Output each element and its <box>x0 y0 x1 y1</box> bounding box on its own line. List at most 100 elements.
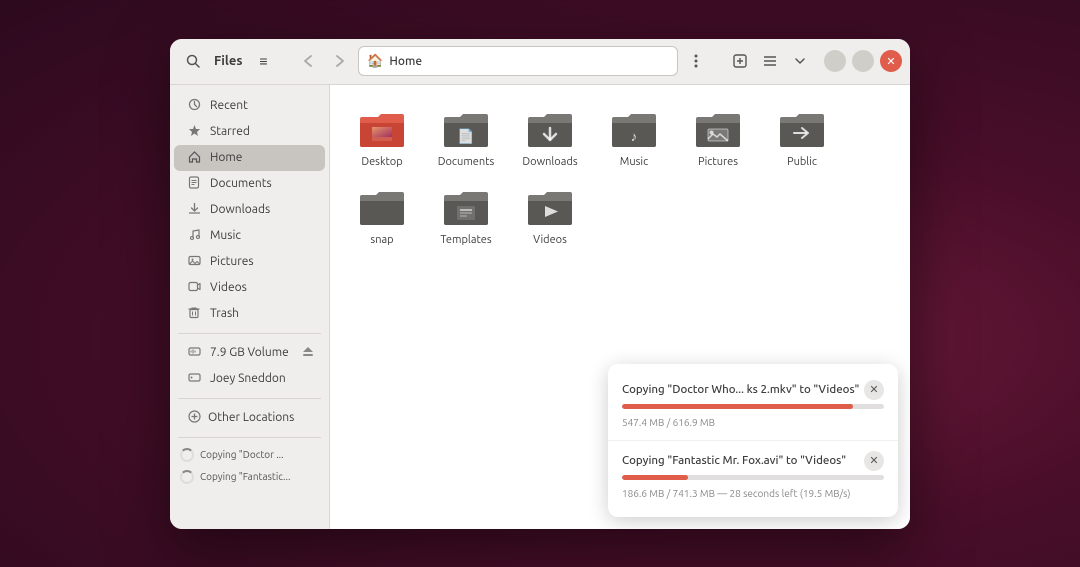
folder-icon-videos <box>526 187 574 229</box>
folder-icon-documents: 📄 <box>442 109 490 151</box>
sidebar-item-user[interactable]: Joey Sneddon <box>174 366 325 392</box>
sidebar-item-downloads[interactable]: Downloads <box>174 197 325 223</box>
star-icon <box>186 124 202 140</box>
progress-close-2[interactable]: ✕ <box>864 451 884 471</box>
file-item-templates[interactable]: Templates <box>426 179 506 253</box>
pictures-icon <box>186 254 202 270</box>
progress-header-1: Copying "Doctor Who... ks 2.mkv" to "Vid… <box>622 380 884 400</box>
titlebar: Files ≡ 🏠 Home <box>170 39 910 85</box>
progress-item-1: Copying "Doctor Who... ks 2.mkv" to "Vid… <box>608 374 898 436</box>
minimize-button[interactable] <box>824 50 846 72</box>
progress-title-2: Copying "Fantastic Mr. Fox.avi" to "Vide… <box>622 454 864 467</box>
view-button[interactable] <box>756 47 784 75</box>
sidebar-item-documents-label: Documents <box>210 177 272 190</box>
file-label-music: Music <box>620 155 648 169</box>
new-tab-button[interactable] <box>726 47 754 75</box>
folder-icon-pictures <box>694 109 742 151</box>
copy-spinner-2 <box>180 470 194 484</box>
file-item-pictures[interactable]: Pictures <box>678 101 758 175</box>
sidebar-item-other-locations-label: Other Locations <box>208 411 294 424</box>
sidebar-divider-3 <box>178 437 321 438</box>
progress-sub-1: 547.4 MB / 616.9 MB <box>622 417 715 428</box>
location-bar[interactable]: 🏠 Home <box>358 46 678 76</box>
forward-button[interactable] <box>326 47 354 75</box>
file-item-downloads[interactable]: Downloads <box>510 101 590 175</box>
more-options-button[interactable] <box>682 47 710 75</box>
progress-item-2: Copying "Fantastic Mr. Fox.avi" to "Vide… <box>608 445 898 507</box>
file-item-desktop[interactable]: Desktop <box>342 101 422 175</box>
sidebar-item-volume-label: 7.9 GB Volume <box>210 346 289 359</box>
close-button[interactable]: ✕ <box>880 50 902 72</box>
file-item-snap[interactable]: snap <box>342 179 422 253</box>
search-button[interactable] <box>178 46 208 76</box>
home-icon <box>186 150 202 166</box>
music-icon <box>186 228 202 244</box>
sidebar-item-music-label: Music <box>210 229 241 242</box>
sidebar: Recent Starred Home Docume <box>170 85 330 529</box>
sidebar-item-other-locations[interactable]: Other Locations <box>174 405 325 431</box>
volume-icon <box>186 345 202 361</box>
progress-close-1[interactable]: ✕ <box>864 380 884 400</box>
file-item-public[interactable]: Public <box>762 101 842 175</box>
sidebar-item-starred-label: Starred <box>210 125 250 138</box>
main-content: Recent Starred Home Docume <box>170 85 910 529</box>
sidebar-item-starred[interactable]: Starred <box>174 119 325 145</box>
file-item-music[interactable]: ♪ Music <box>594 101 674 175</box>
sidebar-item-recent-label: Recent <box>210 99 248 112</box>
new-tab-icon <box>733 54 747 68</box>
progress-bar-fill-2 <box>622 475 688 480</box>
file-manager-window: Files ≡ 🏠 Home <box>170 39 910 529</box>
sidebar-item-pictures-label: Pictures <box>210 255 254 268</box>
eject-button[interactable] <box>303 346 313 360</box>
sidebar-item-trash[interactable]: Trash <box>174 301 325 327</box>
recent-icon <box>186 98 202 114</box>
svg-text:📄: 📄 <box>457 128 474 145</box>
file-label-snap: snap <box>370 233 393 247</box>
copy-status-1-label: Copying "Doctor ... <box>200 449 284 460</box>
copy-spinner-1 <box>180 448 194 462</box>
progress-sub-2: 186.6 MB / 741.3 MB — 28 seconds left (1… <box>622 488 850 499</box>
sidebar-divider-2 <box>178 398 321 399</box>
app-title: Files <box>214 54 242 68</box>
file-item-documents[interactable]: 📄 Documents <box>426 101 506 175</box>
sidebar-item-pictures[interactable]: Pictures <box>174 249 325 275</box>
copy-status-2-label: Copying "Fantastic... <box>200 471 290 482</box>
back-button[interactable] <box>294 47 322 75</box>
menu-button[interactable]: ≡ <box>248 46 278 76</box>
progress-popup: Copying "Doctor Who... ks 2.mkv" to "Vid… <box>608 364 898 517</box>
svg-text:♪: ♪ <box>631 130 638 144</box>
sidebar-item-videos[interactable]: Videos <box>174 275 325 301</box>
progress-header-2: Copying "Fantastic Mr. Fox.avi" to "Vide… <box>622 451 884 471</box>
file-label-downloads: Downloads <box>522 155 577 169</box>
downloads-icon <box>186 202 202 218</box>
sidebar-item-user-label: Joey Sneddon <box>210 372 286 385</box>
sidebar-item-documents[interactable]: Documents <box>174 171 325 197</box>
forward-icon <box>335 54 345 68</box>
copy-status-2: Copying "Fantastic... <box>170 466 329 488</box>
add-icon <box>186 410 202 426</box>
file-area: Desktop 📄 Documents <box>330 85 910 529</box>
sidebar-item-volume[interactable]: 7.9 GB Volume <box>174 340 325 366</box>
search-icon <box>186 54 200 68</box>
folder-icon-public <box>778 109 826 151</box>
view-icon <box>763 55 777 67</box>
kebab-icon <box>694 54 698 68</box>
sidebar-item-downloads-label: Downloads <box>210 203 270 216</box>
file-label-templates: Templates <box>440 233 491 247</box>
folder-icon-downloads <box>526 109 574 151</box>
maximize-button[interactable] <box>852 50 874 72</box>
sort-button[interactable] <box>786 47 814 75</box>
sidebar-item-music[interactable]: Music <box>174 223 325 249</box>
progress-bar-fill-1 <box>622 404 853 409</box>
window-controls: ✕ <box>824 50 902 72</box>
trash-icon <box>186 306 202 322</box>
titlebar-left: Files ≡ <box>178 46 278 76</box>
progress-bar-bg-1 <box>622 404 884 409</box>
sidebar-item-recent[interactable]: Recent <box>174 93 325 119</box>
sidebar-item-home[interactable]: Home <box>174 145 325 171</box>
file-label-videos: Videos <box>533 233 567 247</box>
location-text: Home <box>389 55 422 68</box>
file-item-videos[interactable]: Videos <box>510 179 590 253</box>
file-label-documents: Documents <box>438 155 495 169</box>
user-drive-icon <box>186 371 202 387</box>
